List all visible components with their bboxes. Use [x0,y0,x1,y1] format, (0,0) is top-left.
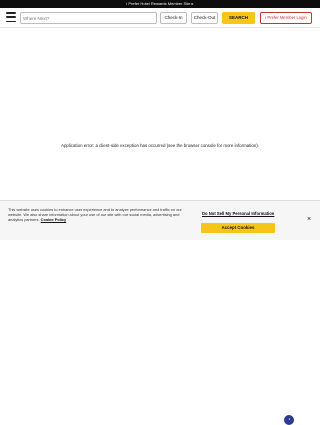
cookie-policy-link[interactable]: Cookie Policy [41,217,67,222]
promo-topbar[interactable]: i Prefer Hotel Rewards Member Site ▸ [0,0,320,8]
destination-search-input[interactable] [20,12,157,24]
search-button[interactable]: SEARCH [222,12,255,24]
do-not-sell-link[interactable]: Do Not Sell My Personal Information [202,211,274,216]
menu-icon-bar [6,12,16,14]
menu-icon-bar [6,20,16,22]
site-header: Check-In Check-Out SEARCH i Prefer Membe… [0,8,320,28]
cookie-description: This website uses cookies to enhance use… [8,207,182,223]
cookie-banner: This website uses cookies to enhance use… [0,200,320,425]
consent-brand-icon: ◔ [284,415,294,425]
menu-icon[interactable] [6,12,16,22]
accept-cookies-button[interactable]: Accept Cookies [201,223,275,233]
error-message: Application error: a client-side excepti… [61,143,259,148]
close-icon[interactable]: × [305,216,313,224]
menu-icon-bar [6,16,16,18]
member-login-button[interactable]: i Prefer Member Login [260,12,312,24]
check-in-button[interactable]: Check-In [160,12,187,24]
cookie-banner-text: This website uses cookies to enhance use… [8,207,193,223]
check-out-button[interactable]: Check-Out [191,12,218,24]
